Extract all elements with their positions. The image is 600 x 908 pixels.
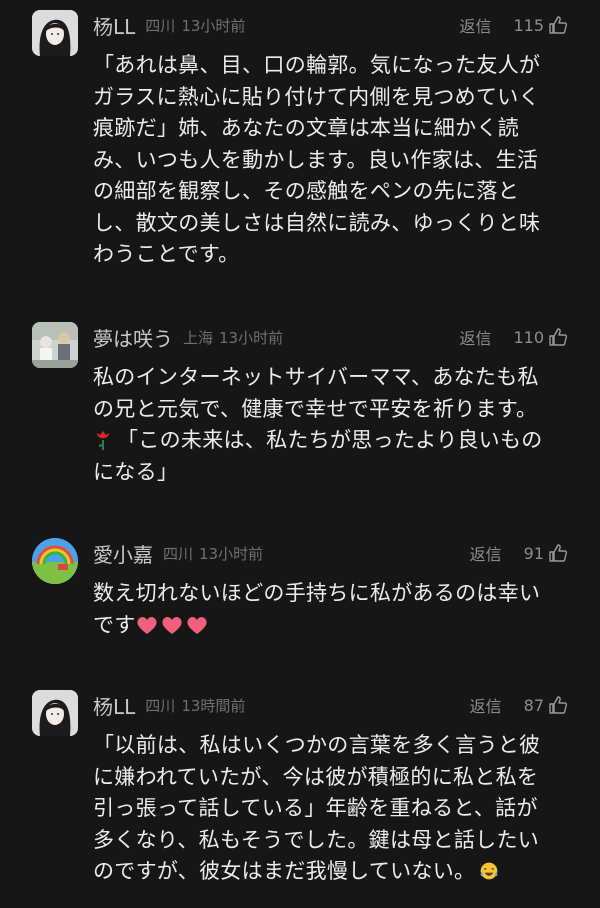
comment-text-part: 「この未来は、私たちが思ったより良いもの になる」 <box>93 428 543 484</box>
username[interactable]: 杨LL <box>93 11 135 40</box>
heart-icon <box>161 615 183 635</box>
reply-button[interactable]: 返信 <box>470 541 502 565</box>
comment-text-part: 私のインターネットサイバーママ、あなたも私 の兄と元気で、健康で幸せで平安を祈り… <box>93 365 539 421</box>
location-label: 四川 <box>163 544 194 563</box>
thumbs-up-icon[interactable] <box>548 15 568 35</box>
reply-button[interactable]: 返信 <box>470 693 502 717</box>
comment-text: 数え切れないほどの手持ちに私があるのは幸い です <box>93 578 571 641</box>
location-label: 四川 <box>145 696 176 715</box>
username[interactable]: 杨LL <box>93 691 135 720</box>
comment-text: 私のインターネットサイバーママ、あなたも私 の兄と元気で、健康で幸せで平安を祈り… <box>93 362 571 488</box>
rose-icon <box>93 429 113 451</box>
like-count: 91 <box>523 543 544 563</box>
timestamp: 13小时前 <box>199 544 264 563</box>
thumbs-up-icon[interactable] <box>548 327 568 347</box>
location-label: 四川 <box>145 16 176 35</box>
avatar[interactable] <box>32 10 78 56</box>
avatar[interactable] <box>32 690 78 736</box>
heart-icon <box>186 615 208 635</box>
comment-text-part: 「以前は、私はいくつかの言葉を多く言うと彼 に嫌われていたが、今は彼が積極的に私… <box>93 733 541 883</box>
like-count: 110 <box>513 327 544 347</box>
username[interactable]: 夢は咲う <box>93 323 173 352</box>
crying-laughing-icon <box>479 860 503 882</box>
reply-button[interactable]: 返信 <box>459 325 491 349</box>
location-label: 上海 <box>183 328 214 347</box>
reply-button[interactable]: 返信 <box>459 13 491 37</box>
thumbs-up-icon[interactable] <box>548 695 568 715</box>
comment-text: 「あれは鼻、目、口の輪郭。気になった友人が ガラスに熱心に貼り付けて内側を見つめ… <box>93 53 541 266</box>
comment-list: 杨LL 四川 13小时前 返信 115 「あれは鼻、目、口の輪郭。気になった友人… <box>0 0 600 908</box>
like-count: 115 <box>513 15 544 35</box>
username[interactable]: 愛小嘉 <box>93 539 153 568</box>
thumbs-up-icon[interactable] <box>548 543 568 563</box>
timestamp: 13小时前 <box>181 16 246 35</box>
timestamp: 13小时前 <box>219 328 284 347</box>
heart-icon <box>136 615 158 635</box>
timestamp: 13時間前 <box>181 696 246 715</box>
like-count: 87 <box>523 695 544 715</box>
comment-text: 「以前は、私はいくつかの言葉を多く言うと彼 に嫌われていたが、今は彼が積極的に私… <box>93 730 571 888</box>
avatar[interactable] <box>32 322 78 368</box>
avatar[interactable] <box>32 538 78 584</box>
